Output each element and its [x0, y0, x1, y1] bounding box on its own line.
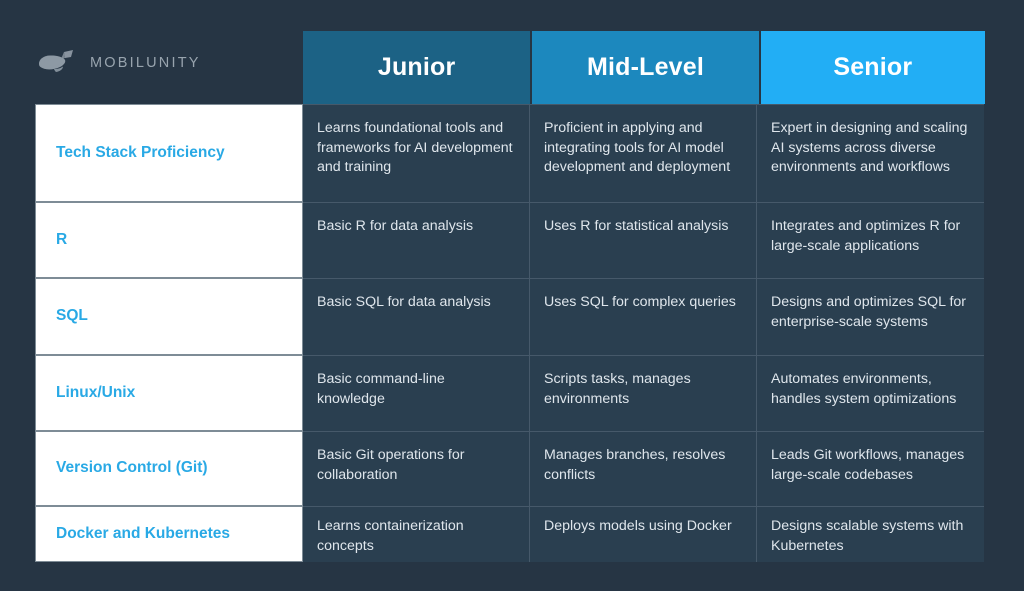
table-row: Docker and Kubernetes Learns containeriz…: [35, 506, 985, 562]
cell-mid-level: Uses R for statistical analysis: [530, 202, 757, 278]
column-header-senior: Senior: [760, 31, 985, 104]
cell-senior: Leads Git workflows, manages large-scale…: [757, 431, 984, 506]
table-row: Version Control (Git) Basic Git operatio…: [35, 431, 985, 506]
cell-mid-level: Scripts tasks, manages environments: [530, 355, 757, 431]
cell-junior: Basic Git operations for collaboration: [303, 431, 530, 506]
table-row: SQL Basic SQL for data analysis Uses SQL…: [35, 278, 985, 355]
table-row: R Basic R for data analysis Uses R for s…: [35, 202, 985, 278]
page-canvas: MOBILUNITY Junior Mid-Level Senior Tech …: [0, 0, 1024, 591]
cell-senior: Designs and optimizes SQL for enterprise…: [757, 278, 984, 355]
cell-senior: Expert in designing and scaling AI syste…: [757, 104, 984, 202]
column-header-mid-level: Mid-Level: [532, 31, 759, 104]
cell-junior: Learns foundational tools and frameworks…: [303, 104, 530, 202]
cell-senior: Designs scalable systems with Kubernetes: [757, 506, 984, 562]
cell-junior: Basic command-line knowledge: [303, 355, 530, 431]
table-header-row: Junior Mid-Level Senior: [303, 31, 985, 104]
column-header-junior: Junior: [303, 31, 531, 104]
skill-label: SQL: [35, 278, 303, 355]
cell-mid-level: Deploys models using Docker: [530, 506, 757, 562]
skill-label: R: [35, 202, 303, 278]
table-row: Linux/Unix Basic command-line knowledge …: [35, 355, 985, 431]
skill-label: Version Control (Git): [35, 431, 303, 506]
cell-senior: Automates environments, handles system o…: [757, 355, 984, 431]
cell-junior: Learns containerization concepts: [303, 506, 530, 562]
cell-mid-level: Uses SQL for complex queries: [530, 278, 757, 355]
skill-label: Docker and Kubernetes: [35, 506, 303, 562]
skill-label: Tech Stack Proficiency: [35, 104, 303, 202]
cell-senior: Integrates and optimizes R for large-sca…: [757, 202, 984, 278]
cell-junior: Basic R for data analysis: [303, 202, 530, 278]
cell-junior: Basic SQL for data analysis: [303, 278, 530, 355]
skill-label: Linux/Unix: [35, 355, 303, 431]
skills-matrix-table: Junior Mid-Level Senior Tech Stack Profi…: [35, 31, 985, 562]
cell-mid-level: Proficient in applying and integrating t…: [530, 104, 757, 202]
cell-mid-level: Manages branches, resolves conflicts: [530, 431, 757, 506]
table-row: Tech Stack Proficiency Learns foundation…: [35, 104, 985, 202]
